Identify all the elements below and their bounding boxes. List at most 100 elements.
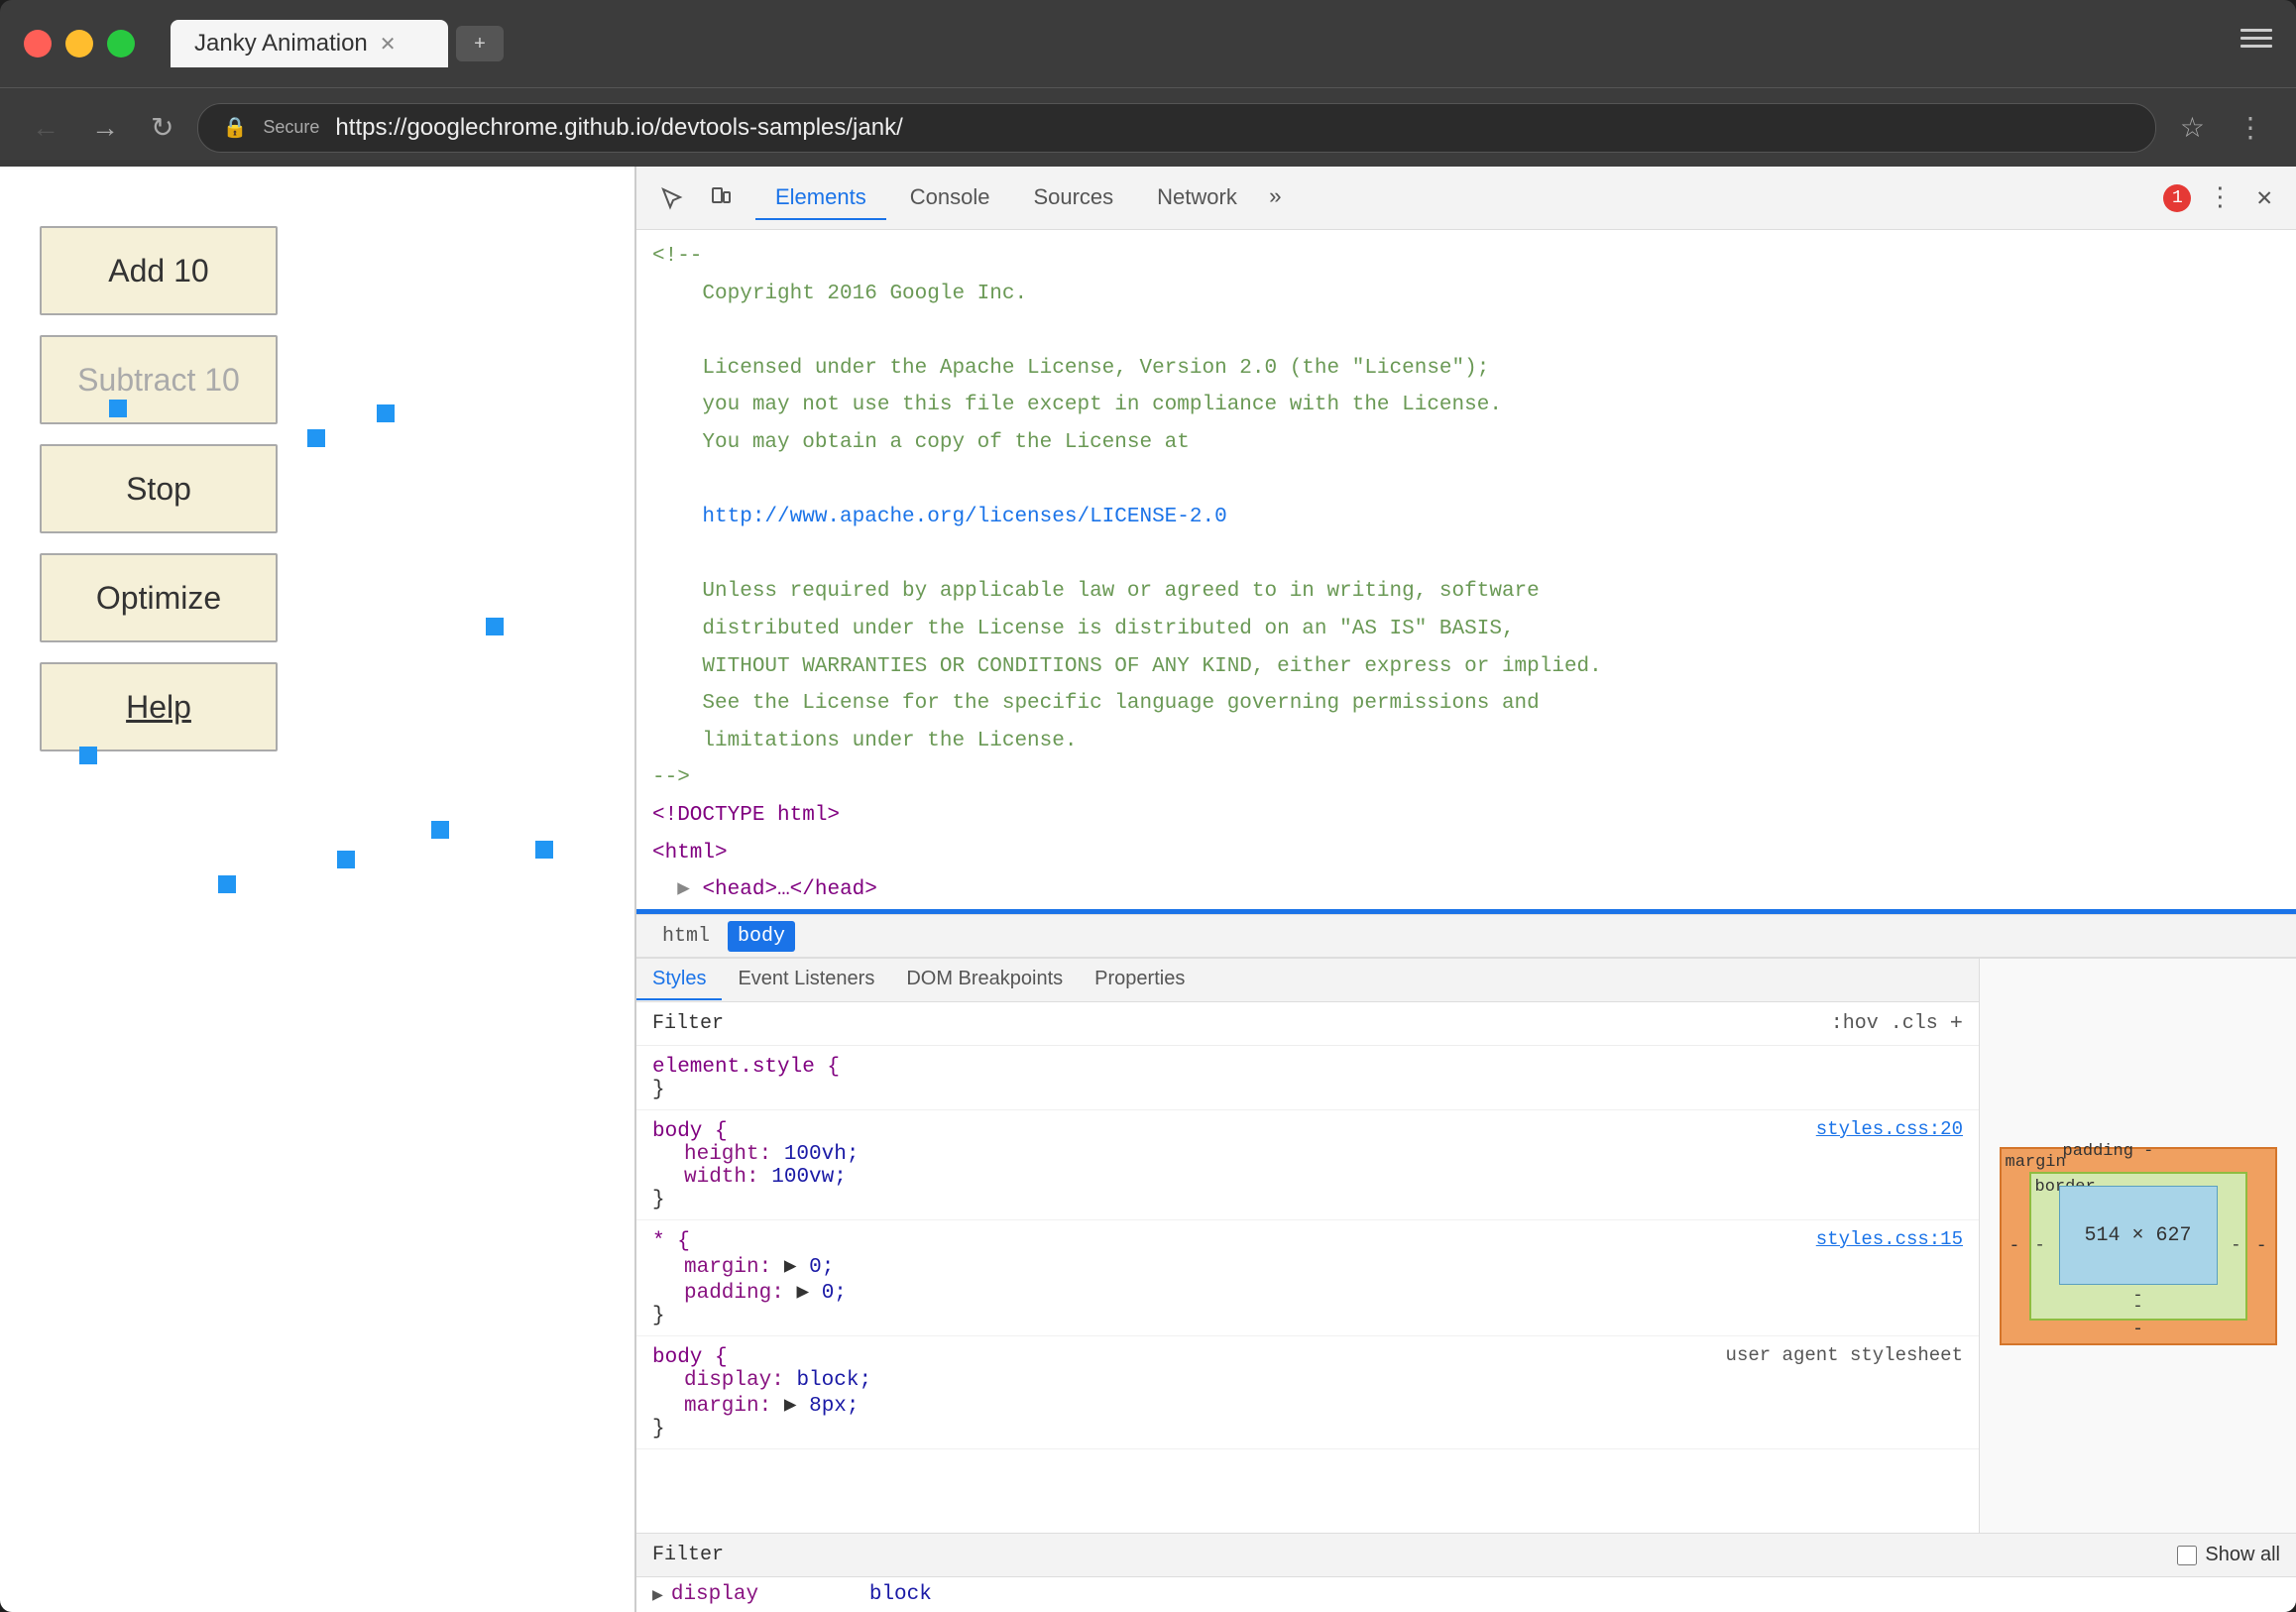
tab-elements[interactable]: Elements — [755, 176, 886, 220]
box-model: margin - - - border - - - padding - 514 … — [1979, 959, 2296, 1533]
devtools-menu-button[interactable]: ⋮ — [2199, 174, 2240, 221]
html-line-blank2 — [636, 462, 2296, 500]
styles-tab-styles[interactable]: Styles — [636, 960, 722, 1000]
css-prop-display: display: block; — [652, 1369, 1963, 1392]
tab-title: Janky Animation — [194, 30, 368, 58]
devtools-close-button[interactable]: ✕ — [2248, 174, 2280, 221]
css-selector-body-1: body { — [652, 1120, 728, 1143]
html-line-license2: you may not use this file except in comp… — [636, 387, 2296, 424]
add10-button[interactable]: Add 10 — [40, 226, 278, 315]
device-toolbar-icon[interactable] — [700, 178, 740, 218]
forward-button[interactable]: → — [83, 104, 127, 152]
breadcrumb-html[interactable]: html — [652, 921, 720, 952]
styles-tab-dom-breakpoints[interactable]: DOM Breakpoints — [890, 960, 1079, 1000]
css-close-brace-4: } — [652, 1418, 1963, 1440]
back-button[interactable]: ← — [24, 104, 67, 152]
more-tabs-button[interactable]: » — [1261, 177, 1290, 218]
html-line-license1: Licensed under the Apache License, Versi… — [636, 350, 2296, 388]
computed-prop-display: display — [671, 1583, 869, 1606]
css-prop-padding: padding: ▶ 0; — [652, 1279, 1963, 1305]
devtools-toolbar: Elements Console Sources Network » 1 ⋮ ✕ — [636, 167, 2296, 230]
css-source-styles15[interactable]: styles.css:15 — [1816, 1228, 1963, 1250]
css-selector-element-style: element.style { — [652, 1056, 840, 1079]
box-margin-left: - — [2009, 1236, 2020, 1256]
styles-add-rule-button[interactable]: + — [1950, 1011, 1963, 1036]
devtools-panel: Elements Console Sources Network » 1 ⋮ ✕… — [634, 167, 2296, 1612]
tab-close-button[interactable]: ✕ — [380, 32, 397, 57]
breadcrumb-bar: html body — [636, 914, 2296, 958]
css-prop-width: width: 100vw; — [652, 1166, 1963, 1189]
reload-button[interactable]: ↻ — [143, 103, 181, 152]
css-rule-body-ua: body { user agent stylesheet display: bl… — [636, 1336, 1979, 1449]
styles-filter-input[interactable]: Filter — [652, 1012, 1819, 1035]
customize-chrome-icon[interactable] — [2240, 28, 2272, 59]
browser-tab[interactable]: Janky Animation ✕ — [171, 20, 448, 67]
show-all-checkbox[interactable] — [2177, 1546, 2197, 1565]
tab-network[interactable]: Network — [1137, 176, 1257, 220]
box-border: border - - - padding - 514 × 627 - — [2029, 1172, 2247, 1321]
html-line-see: See the License for the specific languag… — [636, 685, 2296, 723]
address-input[interactable]: 🔒 Secure https://googlechrome.github.io/… — [197, 103, 2155, 153]
close-button[interactable] — [24, 30, 52, 58]
html-line-apache-link: http://www.apache.org/licenses/LICENSE-2… — [636, 499, 2296, 536]
animated-square-4 — [109, 400, 127, 417]
devtools-tabs: Elements Console Sources Network » — [755, 176, 1290, 220]
css-rule-element-style: element.style { } — [636, 1046, 1979, 1110]
css-rule-body-1: body { styles.css:20 height: 100vh; widt… — [636, 1110, 1979, 1220]
tab-bar: Janky Animation ✕ + — [171, 20, 504, 67]
css-close-brace-2: } — [652, 1189, 1963, 1211]
breadcrumb-body[interactable]: body — [728, 921, 795, 952]
tab-console[interactable]: Console — [890, 176, 1010, 220]
html-line-doctype: <!DOCTYPE html> — [636, 797, 2296, 835]
html-line-distributed: distributed under the License is distrib… — [636, 611, 2296, 648]
html-line-head: ▶ <head>…</head> — [636, 871, 2296, 909]
buttons-panel: Add 10 Subtract 10 Stop Optimize Help — [0, 167, 634, 811]
chrome-menu-icon[interactable]: ⋮ — [2229, 103, 2272, 152]
animated-square-2 — [307, 429, 325, 447]
inspect-element-icon[interactable] — [652, 178, 692, 218]
computed-filter-input[interactable]: Filter — [652, 1544, 724, 1566]
css-prop-margin-ua: margin: ▶ 8px; — [652, 1392, 1963, 1418]
maximize-button[interactable] — [107, 30, 135, 58]
main-area: Add 10 Subtract 10 Stop Optimize Help — [0, 167, 2296, 1612]
animated-square-8 — [535, 841, 553, 859]
box-border-right: - — [2231, 1236, 2240, 1255]
css-selector-body-ua: body { — [652, 1346, 728, 1369]
show-all-label: Show all — [2205, 1544, 2280, 1566]
tab-sources[interactable]: Sources — [1013, 176, 1133, 220]
styles-panel: Styles Event Listeners DOM Breakpoints P… — [636, 958, 2296, 1533]
computed-arrow-display[interactable]: ▶ — [652, 1584, 663, 1606]
css-rule-star: * { styles.css:15 margin: ▶ 0; padding: … — [636, 1220, 1979, 1336]
css-source-ua: user agent stylesheet — [1726, 1344, 1963, 1366]
html-line-limitations: limitations under the License. — [636, 723, 2296, 760]
box-border-left: - — [2035, 1236, 2045, 1255]
traffic-lights — [24, 30, 135, 58]
box-margin-right: - — [2256, 1236, 2267, 1256]
error-count-badge: 1 — [2163, 184, 2191, 212]
help-button[interactable]: Help — [40, 662, 278, 751]
styles-filter-pseudo[interactable]: :hov .cls — [1831, 1012, 1938, 1035]
subtract10-button[interactable]: Subtract 10 — [40, 335, 278, 424]
optimize-button[interactable]: Optimize — [40, 553, 278, 642]
styles-filter-bar: Filter :hov .cls + — [636, 1002, 1979, 1046]
stop-button[interactable]: Stop — [40, 444, 278, 533]
new-tab-button[interactable]: + — [456, 26, 504, 61]
css-prop-height: height: 100vh; — [652, 1143, 1963, 1166]
css-source-styles20[interactable]: styles.css:20 — [1816, 1118, 1963, 1140]
css-close-brace-1: } — [652, 1079, 1963, 1101]
html-line-html: <html> — [636, 835, 2296, 872]
animated-square-9 — [218, 875, 236, 893]
minimize-button[interactable] — [65, 30, 93, 58]
styles-left: Styles Event Listeners DOM Breakpoints P… — [636, 959, 1979, 1533]
animated-square-5 — [486, 618, 504, 635]
elements-html-panel: <!-- Copyright 2016 Google Inc. Licensed… — [636, 230, 2296, 914]
styles-tab-properties[interactable]: Properties — [1079, 960, 1201, 1000]
bookmark-icon[interactable]: ☆ — [2172, 103, 2213, 152]
css-selector-star: * { — [652, 1230, 690, 1253]
css-close-brace-3: } — [652, 1305, 1963, 1327]
styles-tab-event-listeners[interactable]: Event Listeners — [722, 960, 890, 1000]
computed-val-display: block — [869, 1583, 932, 1606]
html-line-blank1 — [636, 312, 2296, 350]
computed-row-display: ▶ display block — [636, 1577, 2296, 1612]
page-content: Add 10 Subtract 10 Stop Optimize Help — [0, 167, 634, 1612]
